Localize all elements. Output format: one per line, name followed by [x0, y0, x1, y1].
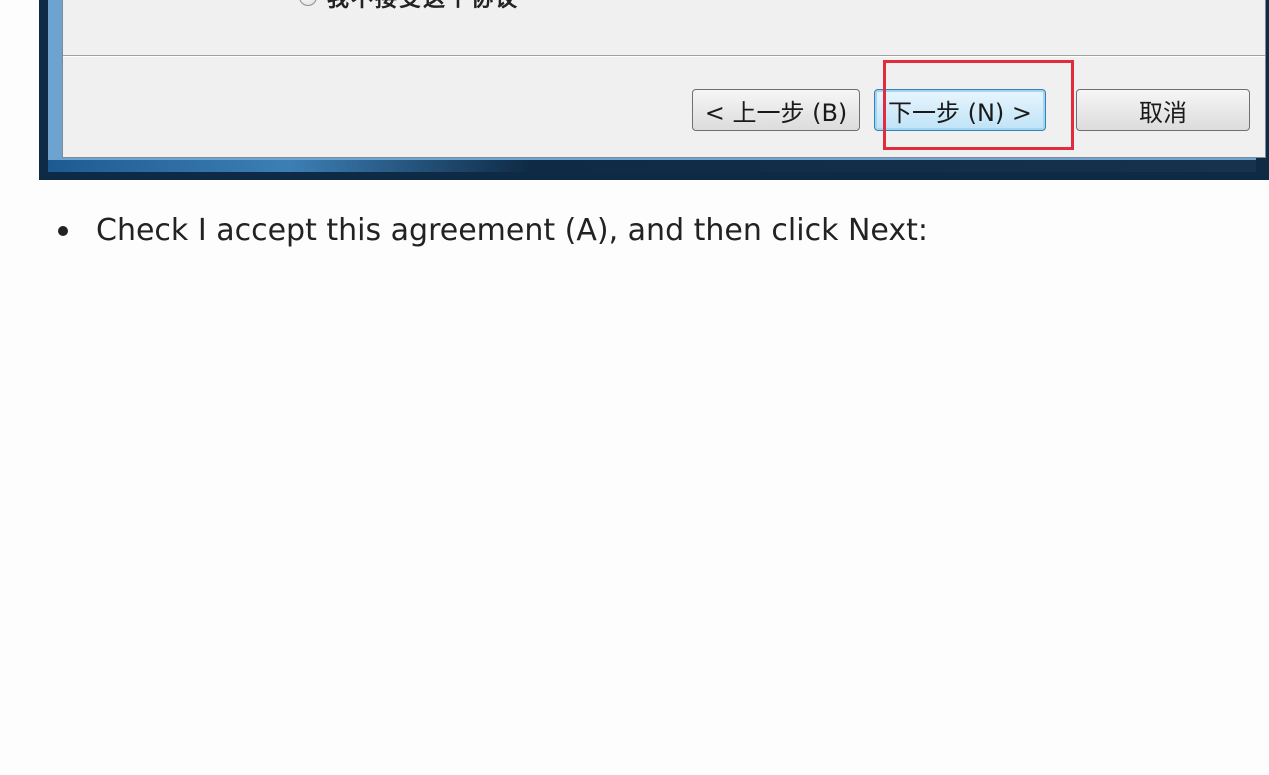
- list-item: Check I accept this agreement (A), and t…: [56, 208, 928, 254]
- page: 我不接受这个协议 < 上一步 (B) 下一步 (N) > 取消 Check I …: [0, 0, 1269, 775]
- bullet-icon: [58, 226, 68, 236]
- license-dialog: 我不接受这个协议 < 上一步 (B) 下一步 (N) > 取消: [62, 0, 1266, 158]
- radio-button[interactable]: [299, 0, 317, 6]
- window-frame: 我不接受这个协议 < 上一步 (B) 下一步 (N) > 取消: [48, 0, 1266, 172]
- instruction-list: Check I accept this agreement (A), and t…: [56, 208, 928, 254]
- decline-option-label: 我不接受这个协议: [327, 0, 519, 13]
- next-button-highlight-box: [883, 60, 1074, 150]
- decline-option[interactable]: 我不接受这个协议: [299, 0, 519, 12]
- instruction-text: Check I accept this agreement (A), and t…: [96, 213, 928, 248]
- dialog-separator: [63, 55, 1265, 57]
- back-button[interactable]: < 上一步 (B): [692, 89, 860, 131]
- installer-screenshot: 我不接受这个协议 < 上一步 (B) 下一步 (N) > 取消: [39, 0, 1269, 180]
- window-bottom-border: [48, 160, 1256, 172]
- cancel-button[interactable]: 取消: [1076, 89, 1250, 131]
